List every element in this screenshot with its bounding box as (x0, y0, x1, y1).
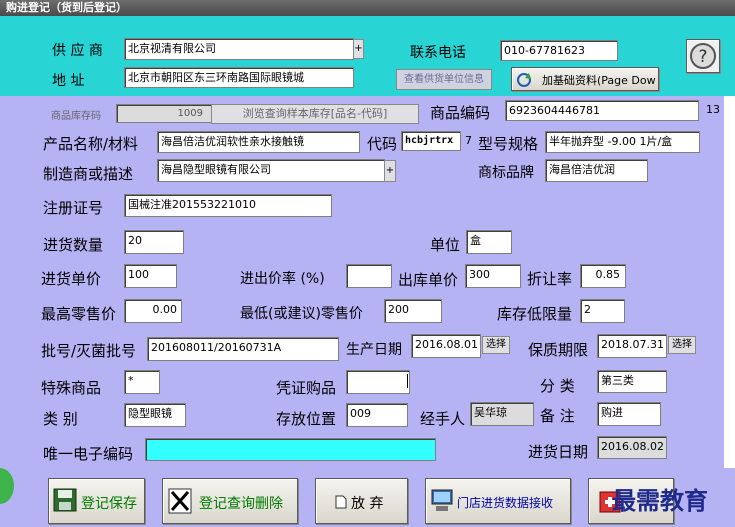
query-delete-button[interactable]: 登记查询删除 (162, 478, 298, 524)
category-input[interactable]: 隐型眼镜 (124, 403, 186, 427)
in-date-label: 进货日期 (528, 443, 589, 461)
product-code-length: 13 (706, 103, 720, 116)
product-code-label: 商品编码 (430, 104, 491, 122)
handler-label: 经手人 (420, 410, 466, 428)
view-supplier-button[interactable]: 查看供货单位信息 (396, 69, 492, 90)
alias-code-length: 7 (465, 134, 472, 147)
spec-input[interactable]: 半年抛弃型 -9.00 1片/盒 (545, 131, 700, 153)
note-input[interactable]: 购进 (597, 402, 661, 426)
voucher-input[interactable] (346, 370, 410, 394)
save-button[interactable]: 登记保存 (48, 478, 145, 524)
product-code-input[interactable]: 6923604446781 (505, 100, 699, 121)
in-date-input[interactable]: 2016.08.02 (597, 436, 667, 459)
refresh-icon (517, 73, 531, 87)
out-price-input[interactable]: 300 (465, 264, 521, 288)
class-label: 分 类 (540, 377, 575, 395)
discount-label: 折让率 (527, 270, 573, 288)
phone-input[interactable]: 010-67781623 (500, 40, 618, 61)
maker-expand-button[interactable]: + (384, 160, 396, 182)
quantity-label: 进货数量 (43, 236, 104, 254)
handler-input[interactable]: 吴华琼 (470, 402, 534, 426)
unit-price-input[interactable]: 100 (124, 264, 177, 288)
min-stock-input[interactable]: 2 (580, 299, 625, 323)
delete-record-icon (168, 488, 192, 514)
supplier-label: 供 应 商 (52, 43, 103, 59)
production-date-input[interactable]: 2016.08.01 (411, 334, 481, 358)
watermark-text: 最需教育 (612, 486, 708, 515)
note-label: 备 注 (540, 407, 575, 425)
svg-text:?: ? (698, 47, 707, 67)
out-price-label: 出库单价 (398, 271, 459, 289)
stock-code-input[interactable]: 1009 (116, 104, 212, 123)
expiry-select-button[interactable]: 选择 (668, 336, 696, 354)
query-delete-label: 登记查询删除 (199, 496, 283, 512)
alias-code-input[interactable]: hcbjrtrx (401, 131, 461, 151)
batch-input[interactable]: 201608011/20160731A (147, 337, 339, 361)
min-retail-label: 最低(或建议)零售价 (240, 306, 363, 322)
markup-input[interactable] (346, 264, 392, 288)
location-input[interactable]: 009 (346, 403, 408, 427)
help-icon: ? (690, 43, 716, 69)
receive-data-label: 门店进货数据接收 (457, 496, 554, 510)
receive-data-button[interactable]: 门店进货数据接收 (425, 478, 571, 524)
phone-label: 联系电话 (410, 45, 466, 61)
supplier-expand-button[interactable]: + (353, 39, 364, 59)
product-name-input[interactable]: 海昌倍洁优润软性亲水接触镜 (157, 131, 360, 153)
quantity-input[interactable]: 20 (124, 230, 184, 254)
markup-label: 进出价率 (%) (240, 271, 325, 287)
address-input[interactable]: 北京市朝阳区东三环南路国际眼镜城 (124, 67, 354, 88)
category-label: 类 别 (43, 410, 78, 428)
window-title: 购进登记（货到后登记） (0, 0, 735, 16)
brand-label: 商标品牌 (478, 165, 534, 181)
maker-label: 制造商或描述 (43, 165, 134, 183)
abandon-label: 放 弃 (351, 496, 384, 512)
browse-library-button[interactable]: 浏览查询样本库存[品名-代码] (211, 104, 419, 124)
voucher-label: 凭证购品 (276, 379, 337, 397)
registration-label: 注册证号 (43, 199, 104, 217)
production-date-select-button[interactable]: 选择 (482, 336, 510, 354)
stock-code-label: 商品库存码 (51, 111, 101, 122)
alias-code-label: 代码 (367, 135, 398, 153)
add-basic-data-button[interactable]: 加基础资料(Page Dow (511, 67, 659, 91)
class-input[interactable]: 第三类 (597, 370, 667, 393)
max-retail-label: 最高零售价 (41, 305, 117, 323)
spec-label: 型号规格 (478, 135, 539, 153)
batch-label: 批号/灭菌批号 (41, 342, 137, 360)
unit-label: 单位 (430, 236, 461, 254)
production-date-label: 生产日期 (346, 342, 402, 358)
expiry-input[interactable]: 2018.07.31 (597, 334, 667, 358)
save-label: 登记保存 (81, 496, 137, 512)
document-icon (335, 495, 347, 509)
max-retail-input[interactable]: 0.00 (124, 299, 182, 323)
special-goods-label: 特殊商品 (41, 379, 102, 397)
expiry-label: 保质期限 (528, 341, 589, 359)
address-label: 地 址 (52, 73, 85, 89)
discount-input[interactable]: 0.85 (580, 264, 626, 288)
supplier-input[interactable]: 北京视清有限公司 (124, 38, 354, 60)
registration-input[interactable]: 国械注准201553221010 (124, 194, 332, 217)
brand-input[interactable]: 海昌倍洁优润 (545, 159, 648, 182)
location-label: 存放位置 (276, 410, 337, 428)
floppy-disk-icon (53, 488, 77, 512)
help-button[interactable]: ? (686, 39, 720, 73)
min-stock-label: 库存低限量 (497, 305, 573, 323)
product-name-label: 产品名称/材料 (43, 135, 139, 153)
add-basic-data-label: 加基础资料(Page Dow (542, 74, 656, 87)
unit-input[interactable]: 盒 (466, 230, 512, 254)
maker-input[interactable]: 海昌隐型眼镜有限公司 (157, 159, 385, 182)
min-retail-input[interactable]: 200 (384, 299, 442, 323)
uid-input[interactable] (145, 438, 436, 461)
abandon-button[interactable]: 放 弃 (315, 478, 408, 524)
computer-icon (431, 489, 453, 511)
special-goods-input[interactable]: * (124, 370, 160, 394)
unit-price-label: 进货单价 (41, 270, 102, 288)
text-cursor (407, 374, 408, 388)
uid-label: 唯一电子编码 (43, 445, 134, 463)
